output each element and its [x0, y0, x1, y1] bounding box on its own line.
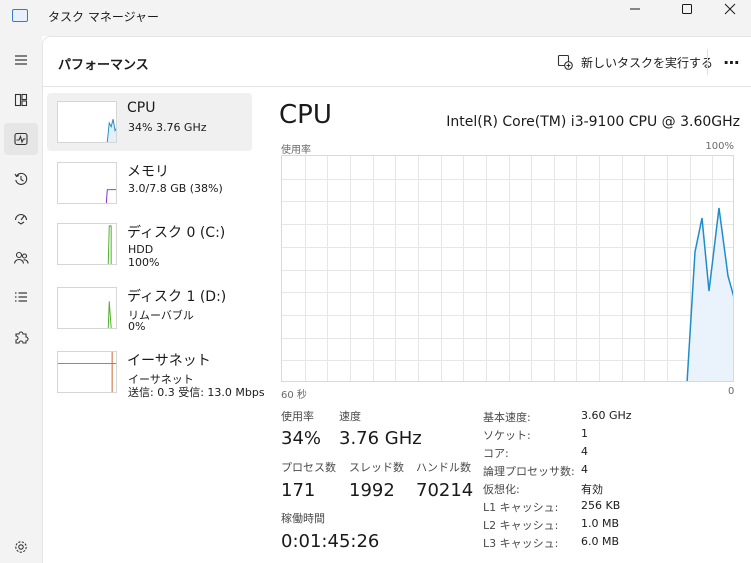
- nav-processes[interactable]: [4, 84, 38, 116]
- uptime-value: 0:01:45:26: [281, 531, 380, 552]
- spec-key-l3-cache: L3 キャッシュ:: [483, 537, 559, 550]
- perf-item-usage: 100%: [128, 256, 160, 269]
- minimize-icon: [630, 8, 640, 10]
- processes-icon: [14, 93, 28, 107]
- page-title: パフォーマンス: [58, 58, 149, 73]
- perf-item-disk-1[interactable]: ディスク 1 (D:) リムーバブル 0%: [47, 279, 252, 337]
- cpu-usage-graph: [281, 155, 734, 382]
- spec-value-l3-cache: 6.0 MB: [581, 535, 620, 548]
- maximize-icon: [682, 4, 692, 14]
- perf-item-throughput: 送信: 0.3 受信: 13.0 Mbps: [128, 386, 265, 399]
- nav-settings[interactable]: [4, 531, 38, 563]
- perf-item-summary: 3.0/7.8 GB (38%): [128, 182, 223, 195]
- spec-value-sockets: 1: [581, 427, 588, 440]
- usage-value: 34%: [281, 428, 322, 449]
- run-new-task-button[interactable]: 新しいタスクを実行する: [557, 51, 713, 73]
- gear-icon: [15, 541, 27, 553]
- run-new-task-label: 新しいタスクを実行する: [581, 55, 714, 70]
- spec-value-cores: 4: [581, 445, 588, 458]
- perf-item-cpu[interactable]: CPU 34% 3.76 GHz: [47, 93, 252, 151]
- ethernet-thumbnail-graph: [57, 351, 117, 393]
- task-manager-app-icon: [12, 9, 28, 22]
- navigation-rail: [0, 36, 42, 563]
- spec-value-l1-cache: 256 KB: [581, 499, 621, 512]
- services-puzzle-icon: [15, 331, 29, 344]
- title-bar: タスク マネージャー: [0, 0, 751, 36]
- disk1-thumbnail-graph: [57, 287, 117, 329]
- speed-value: 3.76 GHz: [339, 428, 422, 449]
- detail-title: CPU: [279, 100, 332, 130]
- perf-item-memory[interactable]: メモリ 3.0/7.8 GB (38%): [47, 154, 252, 212]
- perf-item-disk-0[interactable]: ディスク 0 (C:) HDD 100%: [47, 215, 252, 273]
- perf-item-summary: 34% 3.76 GHz: [128, 121, 207, 134]
- hamburger-icon: [15, 55, 27, 65]
- content-area: パフォーマンス 新しいタスクを実行する ⋯ CPU 34% 3.76 GHz メ…: [42, 36, 751, 563]
- cpu-model-name: Intel(R) Core(TM) i3-9100 CPU @ 3.60GHz: [446, 114, 740, 130]
- nav-services[interactable]: [4, 321, 38, 353]
- perf-item-name: メモリ: [127, 164, 169, 180]
- usage-label: 使用率: [281, 410, 314, 423]
- nav-performance[interactable]: [4, 123, 38, 155]
- nav-users[interactable]: [4, 242, 38, 274]
- nav-startup-apps[interactable]: [4, 202, 38, 234]
- handles-label: ハンドル数: [416, 461, 471, 474]
- cpu-detail-panel: CPU Intel(R) Core(TM) i3-9100 CPU @ 3.60…: [279, 93, 751, 563]
- spec-key-sockets: ソケット:: [483, 429, 531, 442]
- processes-value: 171: [281, 480, 316, 501]
- maximize-button[interactable]: [664, 0, 710, 18]
- nav-app-history[interactable]: [4, 163, 38, 195]
- history-icon: [14, 172, 28, 185]
- uptime-label: 稼働時間: [281, 512, 325, 525]
- perf-item-usage: 0%: [128, 320, 146, 333]
- perf-item-ethernet[interactable]: イーサネット イーサネット 送信: 0.3 受信: 13.0 Mbps: [47, 343, 265, 401]
- minimize-button[interactable]: [612, 0, 658, 18]
- close-button[interactable]: [708, 0, 751, 18]
- spec-key-logical-processors: 論理プロセッサ数:: [483, 465, 575, 478]
- spec-value-l2-cache: 1.0 MB: [581, 517, 620, 530]
- details-list-icon: [15, 292, 27, 302]
- graph-time-label: 60 秒: [281, 390, 307, 401]
- hamburger-menu-button[interactable]: [4, 44, 38, 76]
- perf-item-name: ディスク 1 (D:): [127, 289, 227, 305]
- handles-value: 70214: [416, 480, 474, 501]
- performance-resource-list: CPU 34% 3.76 GHz メモリ 3.0/7.8 GB (38%) ディ…: [47, 93, 265, 403]
- disk0-thumbnail-graph: [57, 223, 117, 265]
- graph-max-label: 100%: [705, 141, 734, 152]
- threads-value: 1992: [349, 480, 395, 501]
- perf-item-name: CPU: [127, 100, 156, 116]
- spec-key-base-speed: 基本速度:: [483, 411, 531, 424]
- cpu-usage-area: [687, 208, 733, 381]
- graph-label: 使用率: [281, 145, 311, 156]
- window-title: タスク マネージャー: [48, 10, 159, 24]
- cpu-thumbnail-graph: [57, 101, 117, 143]
- threads-label: スレッド数: [349, 461, 404, 474]
- spec-key-virtualization: 仮想化:: [483, 483, 520, 496]
- speed-label: 速度: [339, 410, 361, 423]
- spec-value-logical-processors: 4: [581, 463, 588, 476]
- processes-label: プロセス数: [281, 461, 336, 474]
- spec-value-base-speed: 3.60 GHz: [581, 409, 632, 422]
- spec-key-l1-cache: L1 キャッシュ:: [483, 501, 559, 514]
- perf-item-name: イーサネット: [127, 353, 211, 369]
- performance-icon: [14, 132, 28, 146]
- header-divider: [707, 49, 708, 75]
- perf-item-name: ディスク 0 (C:): [127, 225, 226, 241]
- new-task-icon: [557, 54, 573, 70]
- spec-key-cores: コア:: [483, 447, 509, 460]
- perf-item-type: HDD: [128, 243, 154, 256]
- startup-speedometer-icon: [14, 214, 28, 225]
- users-icon: [13, 251, 29, 264]
- memory-thumbnail-graph: [57, 162, 117, 204]
- page-header: パフォーマンス 新しいタスクを実行する ⋯: [43, 37, 751, 87]
- cpu-usage-graph-svg: [282, 156, 733, 381]
- spec-key-l2-cache: L2 キャッシュ:: [483, 519, 559, 532]
- graph-min-label: 0: [728, 386, 735, 397]
- nav-details[interactable]: [4, 281, 38, 313]
- close-icon: [724, 3, 735, 15]
- spec-value-virtualization: 有効: [581, 483, 603, 496]
- more-options-button[interactable]: ⋯: [719, 49, 745, 75]
